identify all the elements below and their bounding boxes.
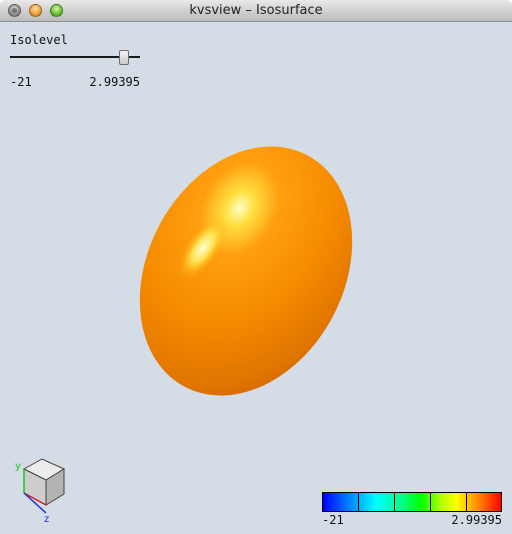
z-axis-label: z — [44, 514, 49, 525]
orientation-axis-widget: y z — [15, 458, 66, 525]
colorbar-min-label: -21 — [322, 513, 344, 527]
isolevel-min-value: -21 — [10, 75, 32, 89]
app-window: kvsview – Isosurface Isolevel -21 2.9939… — [0, 0, 512, 534]
isolevel-slider-thumb[interactable] — [119, 50, 129, 65]
colorbar-tick — [430, 493, 431, 511]
isolevel-label: Isolevel — [10, 33, 68, 47]
colormap-legend — [322, 492, 502, 512]
isosurface-ellipsoid — [139, 146, 353, 396]
window-title: kvsview – Isosurface — [189, 3, 323, 18]
colorbar-tick — [466, 493, 467, 511]
colorbar-max-label: 2.99395 — [451, 513, 502, 527]
y-axis-label: y — [15, 461, 21, 472]
isolevel-max-value: 2.99395 — [89, 75, 140, 89]
colorbar-tick — [358, 493, 359, 511]
title-bar[interactable]: kvsview – Isosurface — [0, 0, 512, 22]
colorbar-tick — [394, 493, 395, 511]
